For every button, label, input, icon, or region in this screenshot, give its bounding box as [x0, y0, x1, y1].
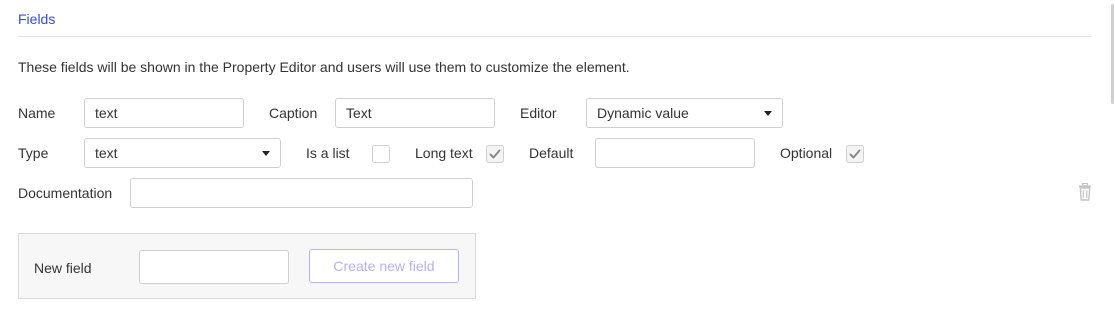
optional-checkbox[interactable] — [846, 145, 864, 163]
section-description: These fields will be shown in the Proper… — [18, 59, 630, 75]
name-input[interactable]: text — [84, 98, 244, 128]
create-new-field-button[interactable]: Create new field — [309, 249, 459, 283]
new-field-input[interactable] — [139, 250, 289, 284]
caption-input[interactable]: Text — [335, 98, 495, 128]
documentation-label: Documentation — [18, 185, 113, 201]
default-label: Default — [529, 145, 574, 161]
type-select[interactable]: text — [84, 138, 281, 168]
long-text-checkbox[interactable] — [486, 145, 504, 163]
documentation-input[interactable] — [130, 178, 473, 208]
scrollbar-thumb[interactable] — [1111, 4, 1114, 104]
checkmark-icon — [849, 149, 861, 159]
chevron-down-icon — [262, 151, 270, 156]
section-divider — [18, 36, 1092, 37]
default-input[interactable] — [595, 138, 755, 168]
is-list-label: Is a list — [306, 145, 350, 161]
editor-label: Editor — [520, 105, 557, 121]
trash-icon[interactable] — [1077, 182, 1093, 201]
long-text-label: Long text — [415, 145, 473, 161]
type-select-value: text — [95, 145, 118, 161]
new-field-label: New field — [34, 260, 92, 276]
optional-label: Optional — [780, 145, 833, 161]
type-label: Type — [18, 145, 49, 161]
chevron-down-icon — [764, 111, 772, 116]
name-label: Name — [18, 105, 56, 121]
is-list-checkbox[interactable] — [372, 145, 390, 163]
section-title[interactable]: Fields — [18, 11, 55, 27]
editor-select-value: Dynamic value — [597, 105, 689, 121]
new-field-panel: New field Create new field — [18, 233, 476, 299]
caption-label: Caption — [269, 105, 318, 121]
checkmark-icon — [489, 149, 501, 159]
editor-select[interactable]: Dynamic value — [586, 98, 783, 128]
